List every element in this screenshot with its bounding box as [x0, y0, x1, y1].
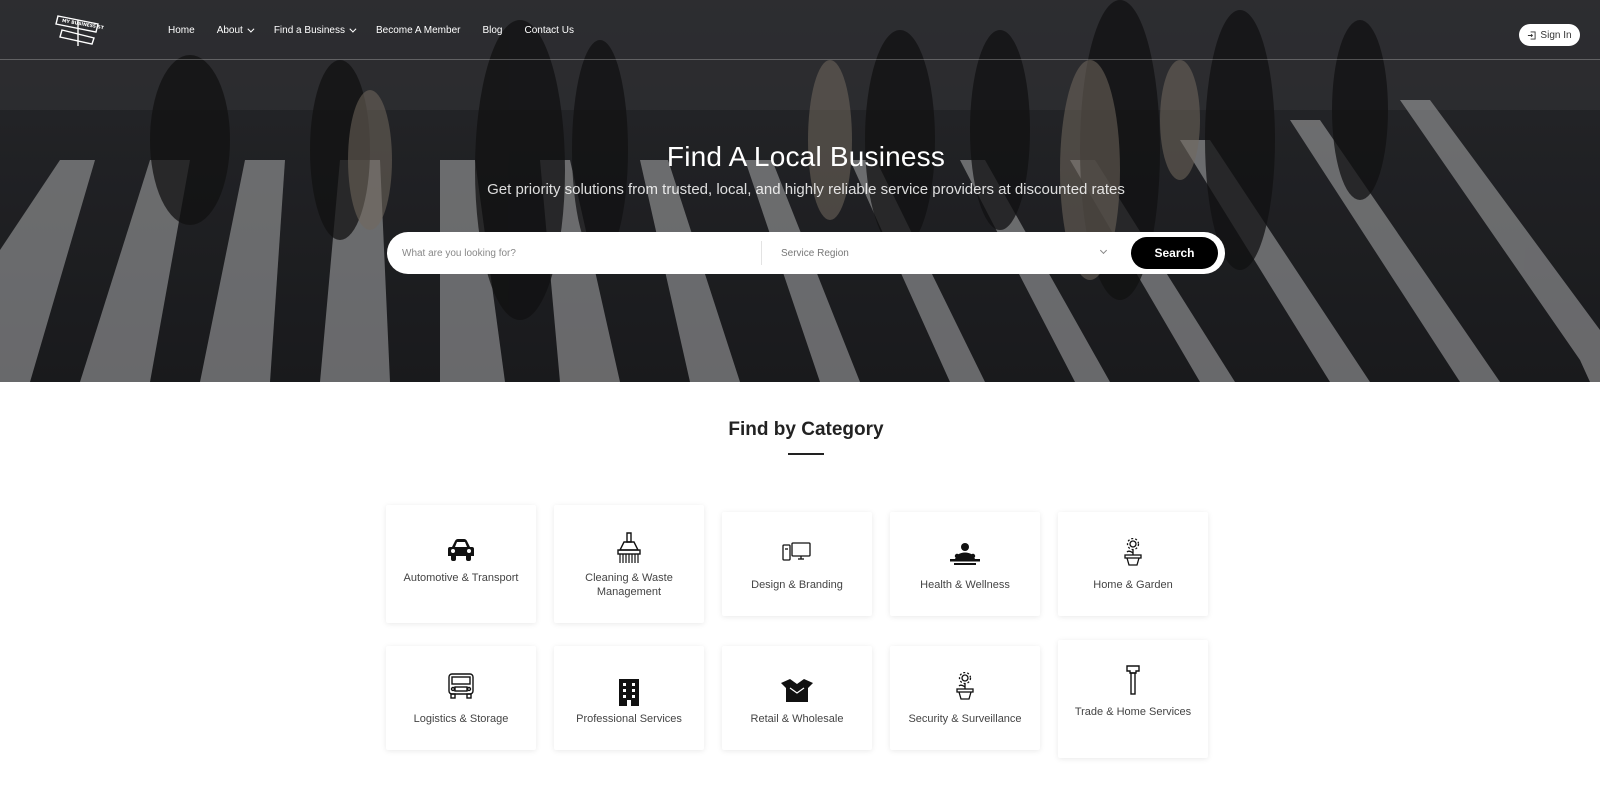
- category-card-logistics-storage[interactable]: Logistics & Storage: [386, 646, 536, 750]
- category-card-trade-home-services[interactable]: Trade & Home Services: [1058, 640, 1208, 758]
- top-navigation: MY BUSINESS STREET Home About Find a Bus…: [0, 0, 1600, 60]
- category-label: Security & Surveillance: [908, 713, 1022, 725]
- category-label: Health & Wellness: [920, 579, 1010, 591]
- search-bar: Service Region Search: [387, 232, 1225, 274]
- nav-item-blog[interactable]: Blog: [482, 25, 502, 36]
- nav-item-label: About: [216, 24, 243, 36]
- sign-in-label: Sign In: [1540, 29, 1572, 41]
- person-massage-icon: [890, 542, 1040, 582]
- category-label: Logistics & Storage: [413, 713, 509, 725]
- chevron-down-icon: [247, 25, 255, 33]
- category-label: Cleaning & Waste Management: [585, 572, 673, 598]
- search-divider: [761, 241, 762, 265]
- title-underline: [788, 453, 824, 455]
- nav-item-label: Contact Us: [524, 24, 574, 36]
- chevron-down-icon: [349, 25, 357, 33]
- category-label: Professional Services: [576, 713, 682, 725]
- truck-icon: [386, 672, 536, 712]
- service-region-select[interactable]: Service Region: [781, 232, 1111, 274]
- service-region-label: Service Region: [781, 247, 849, 259]
- category-card-retail-wholesale[interactable]: Retail & Wholesale: [722, 646, 872, 750]
- sign-in-icon: [1528, 30, 1536, 40]
- nav-links: Home About Find a Business Become A Memb…: [168, 0, 596, 60]
- category-card-automotive-transport[interactable]: Automotive & Transport: [386, 505, 536, 623]
- category-card-design-branding[interactable]: Design & Branding: [722, 512, 872, 616]
- category-card-health-wellness[interactable]: Health & Wellness: [890, 512, 1040, 616]
- search-input[interactable]: [402, 232, 752, 274]
- potted-plant-icon: [890, 672, 1040, 712]
- hero-subtitle: Get priority solutions from trusted, loc…: [487, 181, 1125, 198]
- category-card-home-garden[interactable]: Home & Garden: [1058, 512, 1208, 616]
- chevron-down-icon: [1099, 246, 1108, 255]
- category-label: Home & Garden: [1093, 579, 1173, 591]
- site-logo[interactable]: MY BUSINESS STREET: [54, 10, 104, 46]
- category-card-professional-services[interactable]: Professional Services: [554, 646, 704, 750]
- category-label: Design & Branding: [751, 579, 843, 591]
- nav-item-label: Home: [168, 24, 195, 36]
- sign-in-button[interactable]: Sign In: [1519, 24, 1580, 46]
- nav-item-label: Blog: [482, 24, 503, 36]
- nav-item-home[interactable]: Home: [168, 25, 195, 36]
- search-button[interactable]: Search: [1131, 237, 1218, 269]
- category-card-security-surveillance[interactable]: Security & Surveillance: [890, 646, 1040, 750]
- hammer-icon: [1058, 665, 1208, 705]
- nav-item-about[interactable]: About: [216, 24, 255, 36]
- hero-title: Find A Local Business: [666, 141, 946, 172]
- search-button-label: Search: [1154, 246, 1195, 260]
- nav-item-find-a-business[interactable]: Find a Business: [273, 24, 357, 36]
- brush-icon: [554, 532, 704, 572]
- category-label: Retail & Wholesale: [750, 713, 844, 725]
- category-label: Automotive & Transport: [403, 572, 519, 584]
- nav-item-become-a-member[interactable]: Become A Member: [376, 25, 460, 36]
- nav-item-label: Become A Member: [375, 24, 461, 36]
- devices-icon: [722, 542, 872, 582]
- nav-item-label: Find a Business: [273, 24, 345, 36]
- category-section-title: Find by Category: [728, 419, 884, 440]
- category-card-cleaning-waste[interactable]: Cleaning & Waste Management: [554, 505, 704, 623]
- nav-item-contact-us[interactable]: Contact Us: [524, 25, 573, 36]
- potted-plant-icon: [1058, 538, 1208, 578]
- category-label: Trade & Home Services: [1074, 706, 1192, 718]
